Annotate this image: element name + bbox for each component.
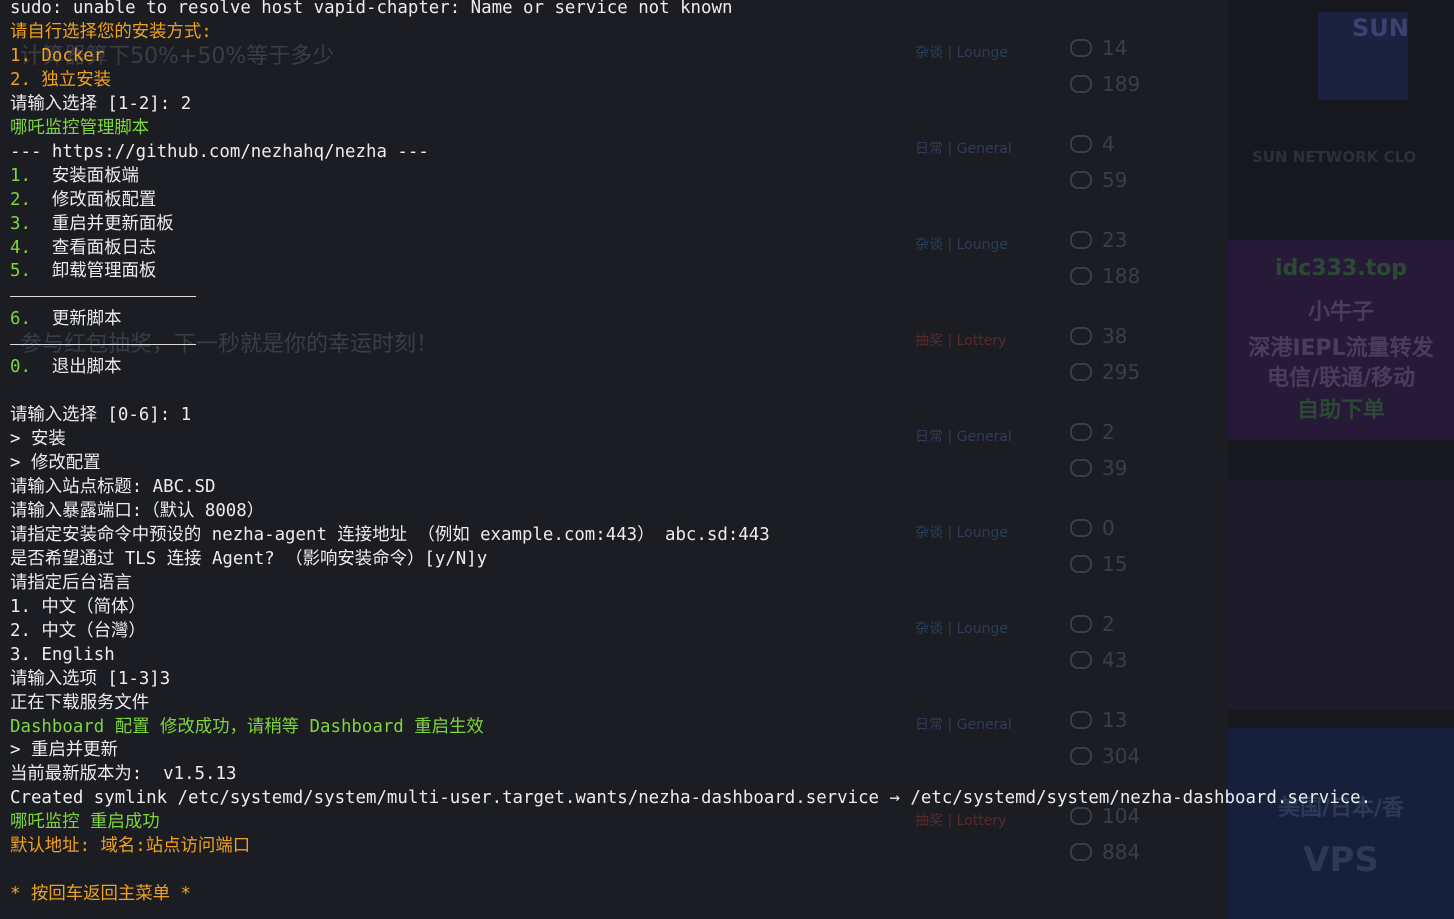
terminal-text: 请指定后台语言 [10,572,132,593]
menu-option-number: 2. [10,189,31,210]
terminal-text: 请输入选择 [0-6]: 1 [10,405,192,426]
terminal-line: 请指定安装命令中预设的 nezha-agent 连接地址 （例如 example… [10,523,770,547]
terminal-line: 5. 卸载管理面板 [10,259,156,283]
terminal-text: 是否希望通过 TLS 连接 Agent? （影响安装命令）[y/N]y [10,548,488,569]
terminal-text: 请输入暴露端口:（默认 8008） [10,500,265,521]
terminal-text: 当前最新版本为: v1.5.13 [10,764,237,785]
terminal-line: 4. 查看面板日志 [10,236,156,260]
terminal-text: 请自行选择您的安装方式: [10,21,212,42]
menu-option-number: 3. [10,213,31,234]
menu-option-number: 6. [10,309,31,330]
terminal-text: 请指定安装命令中预设的 nezha-agent 连接地址 （例如 example… [10,524,770,545]
terminal-text: 请输入选择 [1-2]: 2 [10,93,192,114]
terminal-text: * 按回车返回主菜单 * [10,884,192,905]
terminal-text: 默认地址: 域名:站点访问端口 [10,836,251,857]
terminal-line: 1. 中文（简体） [10,595,146,619]
terminal-line: * 按回车返回主菜单 * [10,882,191,906]
terminal-line: 请输入站点标题: ABC.SD [10,475,216,499]
terminal-line: 哪吒监控 重启成功 [10,810,160,834]
terminal-text: sudo: unable to resolve host vapid-chapt… [10,0,733,18]
terminal-line: > 修改配置 [10,451,101,475]
terminal-text: 3. English [10,644,115,665]
terminal-line: 1. Docker [10,44,104,68]
menu-option-label: 重启并更新面板 [30,213,174,234]
terminal-line: sudo: unable to resolve host vapid-chapt… [10,0,732,20]
terminal-line: 6. 更新脚本 [10,307,121,331]
terminal-line: > 安装 [10,427,66,451]
menu-option-number: 1. [10,165,31,186]
terminal-text: 请输入选项 [1-3]3 [10,668,171,689]
menu-option-number: 0. [10,357,31,378]
menu-option-number: 5. [10,261,31,282]
terminal-line: 2. 修改面板配置 [10,188,156,212]
terminal-line: 默认地址: 域名:站点访问端口 [10,834,250,858]
terminal-line: 正在下载服务文件 [10,691,149,715]
menu-option-label: 修改面板配置 [30,189,157,210]
terminal-text: > 重启并更新 [10,740,118,761]
terminal-text: Created symlink /etc/systemd/system/mult… [10,788,1372,809]
terminal-line: 请输入选择 [0-6]: 1 [10,403,191,427]
terminal-line: --- https://github.com/nezhahq/nezha --- [10,140,429,164]
terminal-line: 请输入选项 [1-3]3 [10,667,170,691]
menu-option-label: 退出脚本 [30,357,122,378]
terminal-text: > 修改配置 [10,453,101,474]
terminal-line: 请输入选择 [1-2]: 2 [10,92,191,116]
terminal-text: 1. 中文（简体） [10,596,146,617]
terminal-text: > 安装 [10,429,66,450]
menu-separator [10,344,196,346]
terminal-text: 正在下载服务文件 [10,692,150,713]
terminal-line: 3. 重启并更新面板 [10,212,174,236]
terminal-text: --- https://github.com/nezhahq/nezha --- [10,141,429,162]
terminal-line: 请输入暴露端口:（默认 8008） [10,499,264,523]
terminal-line: 3. English [10,643,115,667]
terminal-text: 1. Docker [10,45,105,66]
terminal-text: 哪吒监控管理脚本 [10,117,150,138]
terminal-text: Dashboard 配置 修改成功，请稍等 Dashboard 重启生效 [10,716,484,737]
terminal-text: 2. 中文（台灣） [10,620,146,641]
terminal-line: 2. 中文（台灣） [10,619,146,643]
menu-option-label: 更新脚本 [30,309,122,330]
terminal-line: 请自行选择您的安装方式: [10,20,212,44]
terminal-line: Created symlink /etc/systemd/system/mult… [10,786,1371,810]
menu-option-label: 安装面板端 [30,165,139,186]
terminal-line: 是否希望通过 TLS 连接 Agent? （影响安装命令）[y/N]y [10,547,487,571]
terminal-window[interactable]: sudo: unable to resolve host vapid-chapt… [0,0,1454,919]
terminal-line: 2. 独立安装 [10,68,111,92]
terminal-line: 哪吒监控管理脚本 [10,116,149,140]
menu-option-number: 4. [10,237,31,258]
terminal-line: 1. 安装面板端 [10,164,139,188]
terminal-line: 请指定后台语言 [10,571,132,595]
terminal-line: 当前最新版本为: v1.5.13 [10,762,236,786]
terminal-text: 哪吒监控 重启成功 [10,812,160,833]
menu-option-label: 查看面板日志 [30,237,157,258]
terminal-text: 请输入站点标题: ABC.SD [10,477,216,497]
terminal-line: 0. 退出脚本 [10,355,121,379]
menu-option-label: 卸载管理面板 [30,261,157,282]
menu-separator [10,296,196,298]
terminal-line: Dashboard 配置 修改成功，请稍等 Dashboard 重启生效 [10,715,484,739]
terminal-line: > 重启并更新 [10,738,118,762]
terminal-text: 2. 独立安装 [10,69,111,90]
